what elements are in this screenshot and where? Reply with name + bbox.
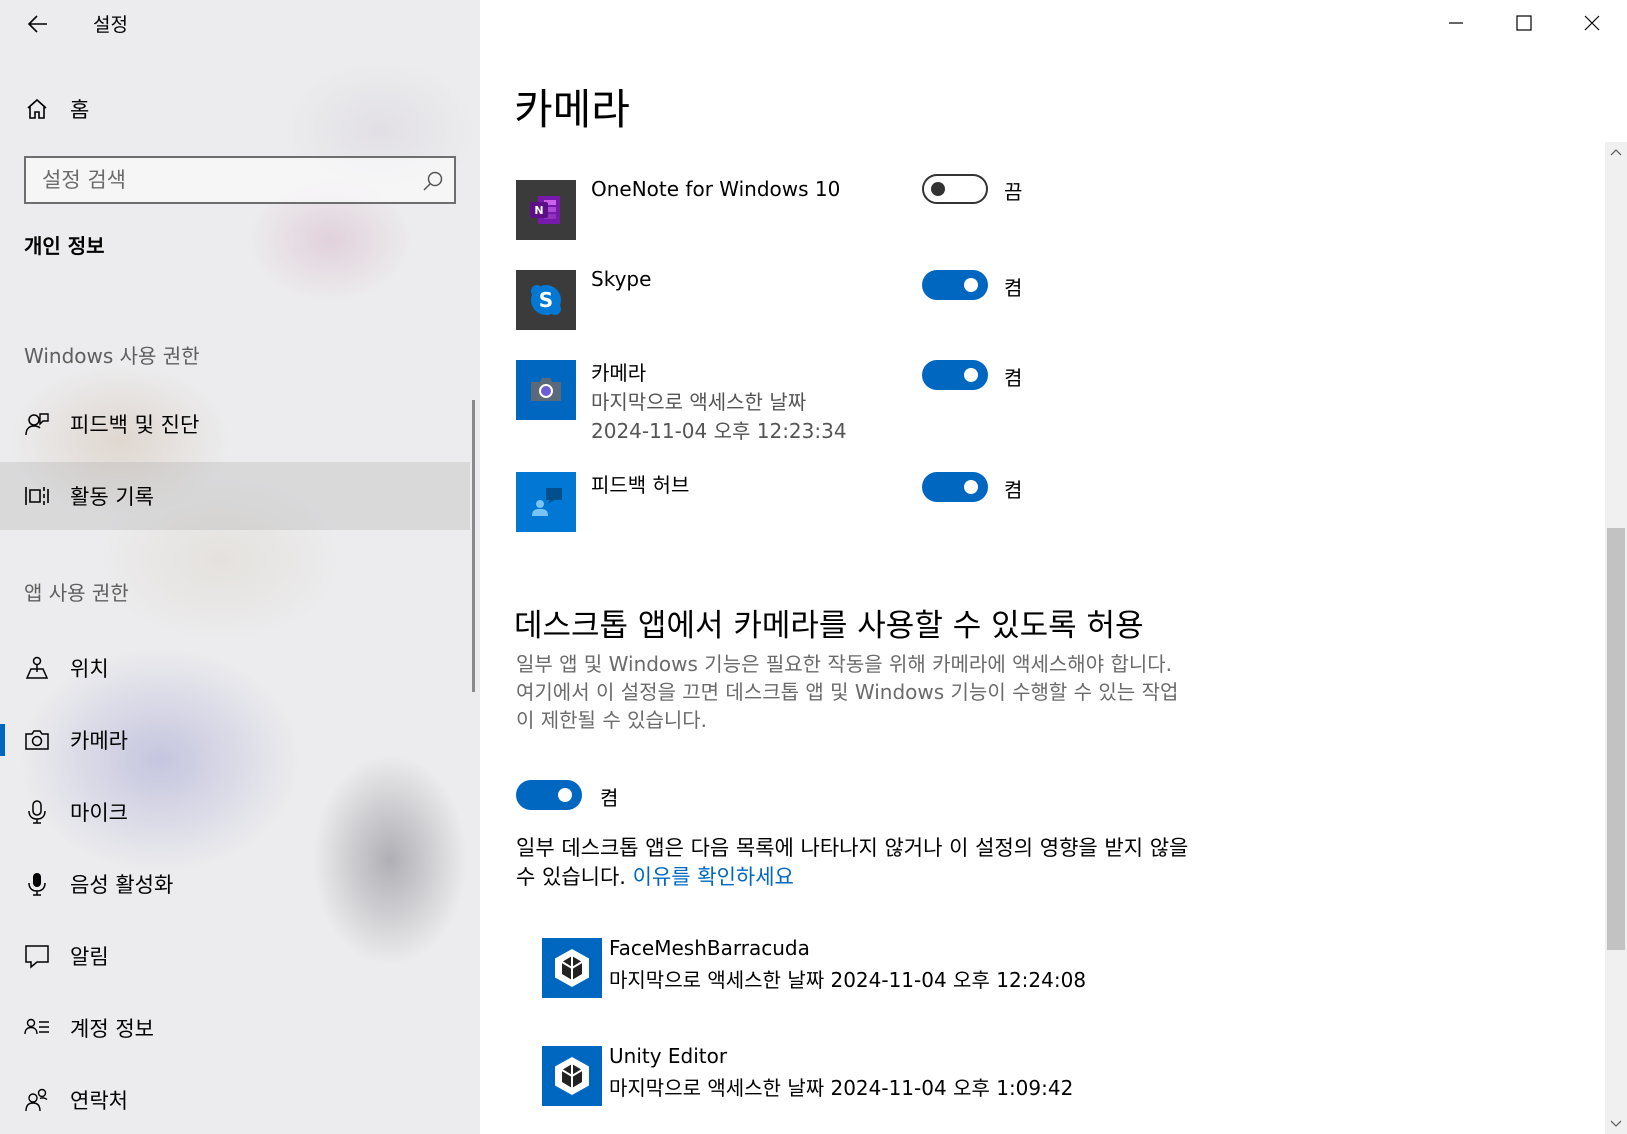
search-input[interactable] xyxy=(42,168,412,192)
sidebar-item-label: 마이크 xyxy=(70,801,128,825)
toggle-knob xyxy=(931,182,945,196)
app-title: 설정 xyxy=(93,14,128,36)
chevron-up-icon xyxy=(1610,149,1622,156)
activity-history-icon xyxy=(24,483,50,509)
section-heading-windows: Windows 사용 권한 xyxy=(24,344,200,368)
app-last-access-label: 마지막으로 액세스한 날짜 xyxy=(591,390,807,414)
unity-icon xyxy=(542,938,602,998)
sidebar-item-contacts[interactable]: 연락처 xyxy=(0,1066,470,1134)
location-icon xyxy=(24,655,50,681)
sidebar-item-activity-history[interactable]: 활동 기록 xyxy=(0,462,470,530)
skype-toggle-state: 켬 xyxy=(1004,276,1023,300)
maximize-button[interactable] xyxy=(1490,0,1558,46)
svg-text:S: S xyxy=(539,288,553,312)
desktop-apps-heading: 데스크톱 앱에서 카메라를 사용할 수 있도록 허용 xyxy=(514,608,1144,644)
desktop-apps-description: 일부 앱 및 Windows 기능은 필요한 작동을 위해 카메라에 액세스해야… xyxy=(516,652,1179,732)
sidebar-item-label: 홈 xyxy=(70,98,90,122)
scroll-down-button[interactable] xyxy=(1605,1114,1627,1134)
home-icon xyxy=(24,96,50,122)
sidebar-item-label: 활동 기록 xyxy=(70,485,154,509)
desktop-app-name: FaceMeshBarracuda xyxy=(609,936,810,960)
onenote-toggle[interactable] xyxy=(922,174,988,204)
desktop-app-row-facemesh: FaceMeshBarracuda 마지막으로 액세스한 날짜 2024-11-… xyxy=(542,936,1242,1000)
sidebar-item-notifications[interactable]: 알림 xyxy=(0,922,470,990)
desktop-apps-toggle-state: 켬 xyxy=(600,786,619,810)
main-content: 카메라 N OneNote for Windows 10 끔 S Skype 켬… xyxy=(480,0,1627,1134)
minimize-icon xyxy=(1449,22,1463,24)
desktop-app-row-unity-editor: Unity Editor 마지막으로 액세스한 날짜 2024-11-04 오후… xyxy=(542,1044,1242,1108)
minimize-button[interactable] xyxy=(1422,0,1490,46)
sidebar-item-microphone[interactable]: 마이크 xyxy=(0,778,470,846)
desktop-app-last-access: 마지막으로 액세스한 날짜 2024-11-04 오후 1:09:42 xyxy=(609,1076,1074,1100)
category-heading: 개인 정보 xyxy=(24,234,105,258)
app-name: Skype xyxy=(591,267,652,291)
sidebar-item-location[interactable]: 위치 xyxy=(0,634,470,702)
skype-icon: S xyxy=(516,270,576,330)
app-name: 피드백 허브 xyxy=(591,473,690,497)
camera-icon xyxy=(24,727,50,753)
sidebar-item-label: 위치 xyxy=(70,657,109,681)
app-name: 카메라 xyxy=(591,361,647,385)
desktop-app-name: Unity Editor xyxy=(609,1044,728,1068)
skype-toggle[interactable] xyxy=(922,270,988,300)
toggle-knob xyxy=(964,368,978,382)
microphone-icon xyxy=(24,799,50,825)
notifications-icon xyxy=(24,943,50,969)
sidebar-item-label: 카메라 xyxy=(70,729,128,753)
desktop-app-last-access: 마지막으로 액세스한 날짜 2024-11-04 오후 12:24:08 xyxy=(609,968,1087,992)
sidebar-item-label: 계정 정보 xyxy=(70,1017,154,1041)
account-info-icon xyxy=(24,1015,50,1041)
main-scrollbar[interactable] xyxy=(1605,142,1627,1134)
contacts-icon xyxy=(24,1087,50,1113)
sidebar: 설정 홈 개인 정보 Windows 사용 권한 피드백 및 진단 활동 기록 … xyxy=(0,0,480,1134)
desktop-apps-toggle[interactable] xyxy=(516,780,582,810)
app-last-access-time: 2024-11-04 오후 12:23:34 xyxy=(591,419,847,443)
sidebar-item-home[interactable]: 홈 xyxy=(0,86,470,132)
close-button[interactable] xyxy=(1558,0,1626,46)
scroll-thumb[interactable] xyxy=(1607,528,1625,950)
sidebar-item-label: 연락처 xyxy=(70,1089,128,1113)
feedback-hub-toggle[interactable] xyxy=(922,472,988,502)
sidebar-item-label: 피드백 및 진단 xyxy=(70,413,200,437)
desktop-apps-note: 일부 데스크톱 앱은 다음 목록에 나타나지 않거나 이 설정의 영향을 받지 … xyxy=(516,834,1196,892)
voice-activation-icon xyxy=(24,871,50,897)
learn-why-link[interactable]: 이유를 확인하세요 xyxy=(633,865,794,889)
unity-icon xyxy=(542,1046,602,1106)
sidebar-item-account-info[interactable]: 계정 정보 xyxy=(0,994,470,1062)
search-box[interactable] xyxy=(24,156,456,204)
chevron-down-icon xyxy=(1610,1120,1622,1127)
feedback-hub-toggle-state: 켬 xyxy=(1004,478,1023,502)
page-title: 카메라 xyxy=(514,85,630,134)
toggle-knob xyxy=(964,278,978,292)
toggle-knob xyxy=(964,480,978,494)
feedback-hub-icon xyxy=(516,472,576,532)
sidebar-item-label: 알림 xyxy=(70,945,109,969)
onenote-toggle-state: 끔 xyxy=(1004,180,1023,204)
maximize-icon xyxy=(1516,15,1532,31)
sidebar-item-label: 음성 활성화 xyxy=(70,873,174,897)
camera-toggle[interactable] xyxy=(922,360,988,390)
search-icon[interactable] xyxy=(422,170,444,192)
clipped-text-fragment xyxy=(514,132,1274,148)
sidebar-item-camera[interactable]: 카메라 xyxy=(0,706,470,774)
note-text: 일부 데스크톱 앱은 다음 목록에 나타나지 않거나 이 설정의 영향을 받지 … xyxy=(516,836,1189,889)
app-name: OneNote for Windows 10 xyxy=(591,177,841,201)
onenote-icon: N xyxy=(516,180,576,240)
scroll-up-button[interactable] xyxy=(1605,142,1627,162)
feedback-icon xyxy=(24,411,50,437)
sidebar-item-feedback[interactable]: 피드백 및 진단 xyxy=(0,390,470,458)
back-button[interactable] xyxy=(22,8,54,40)
section-heading-app-permissions: 앱 사용 권한 xyxy=(24,581,129,605)
toggle-knob xyxy=(558,788,572,802)
app-row-camera: 카메라 마지막으로 액세스한 날짜 2024-11-04 오후 12:23:34 xyxy=(516,360,1076,450)
sidebar-scrollbar[interactable] xyxy=(472,400,475,692)
svg-text:N: N xyxy=(534,204,543,217)
camera-toggle-state: 켬 xyxy=(1004,366,1023,390)
sidebar-item-voice-activation[interactable]: 음성 활성화 xyxy=(0,850,470,918)
close-icon xyxy=(1584,15,1600,31)
back-arrow-icon xyxy=(28,15,47,33)
camera-app-icon xyxy=(516,360,576,420)
